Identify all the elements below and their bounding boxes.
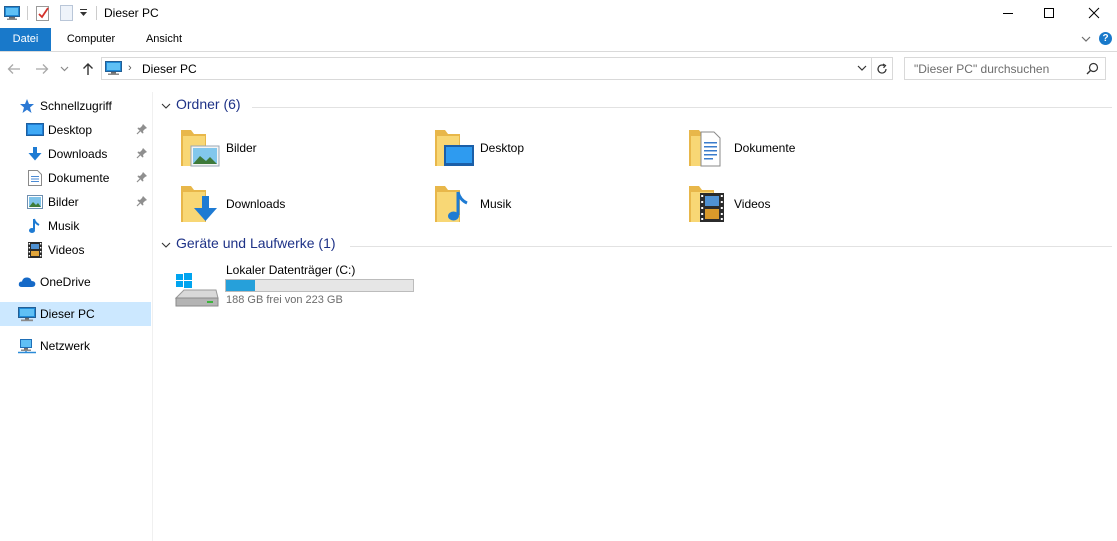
recent-locations-chevron-icon[interactable] [58,60,70,78]
minimize-button[interactable] [985,0,1031,26]
computer-icon [18,305,36,323]
folder-downloads[interactable]: Downloads [180,182,420,226]
sidebar-item-label: Schnellzugriff [40,99,112,113]
sidebar-item-label: Downloads [48,147,108,161]
sidebar-item-label: Musik [48,219,80,233]
music-folder-icon [434,182,474,226]
picture-icon [26,193,44,211]
pin-icon[interactable] [136,171,148,183]
group-divider [350,246,1112,247]
address-bar[interactable]: › Dieser PC [101,57,872,80]
sidebar-item-label: Desktop [48,123,93,137]
customize-toolbar-chevron-icon[interactable] [79,4,91,22]
sidebar-item-schnellzugriff[interactable]: Schnellzugriff [0,94,151,118]
separator [27,6,28,20]
desktop-icon [26,121,44,139]
sidebar-item-musik[interactable]: Musik [0,214,151,238]
sidebar-item-desktop[interactable]: Desktop [0,118,151,142]
sidebar-item-dieser-pc[interactable]: Dieser PC [0,302,151,326]
folder-label: Bilder [226,141,257,155]
sidebar-item-bilder[interactable]: Bilder [0,190,151,214]
document-icon [26,169,44,187]
pin-icon[interactable] [136,123,148,135]
folder-label: Dokumente [734,141,796,155]
separator [96,6,97,20]
search-box[interactable] [904,57,1106,80]
cloud-icon [18,273,36,291]
breadcrumb-chevron-icon[interactable]: › [128,62,132,74]
group-header-drives[interactable]: Geräte und Laufwerke (1) [160,235,1112,255]
group-title: Geräte und Laufwerke (1) [176,235,336,251]
hard-drive-icon [174,270,220,310]
folder-label: Videos [734,197,771,211]
up-button[interactable] [79,60,97,78]
music-note-icon [26,217,44,235]
maximize-button[interactable] [1026,0,1072,26]
collapse-chevron-icon[interactable] [160,100,172,112]
folder-videos[interactable]: Videos [688,182,928,226]
drive-usage-bar [225,279,414,292]
drive-free-space: 188 GB frei von 223 GB [226,294,343,306]
pin-icon[interactable] [136,195,148,207]
ribbon: Datei Computer Ansicht ? [0,28,1117,52]
group-divider [252,107,1112,108]
drive-name: Lokaler Datenträger (C:) [226,263,356,277]
sidebar-item-netzwerk[interactable]: Netzwerk [0,334,151,358]
search-icon[interactable] [1086,62,1099,75]
help-button[interactable]: ? [1099,32,1112,45]
sidebar-item-onedrive[interactable]: OneDrive [0,270,151,294]
sidebar-item-label: Dieser PC [40,307,95,321]
pin-icon[interactable] [136,147,148,159]
sidebar-item-videos[interactable]: Videos [0,238,151,262]
sidebar-item-label: Bilder [48,195,79,209]
search-input[interactable] [905,58,1085,79]
expand-ribbon-chevron-icon[interactable] [1079,32,1093,46]
sidebar-item-label: Dokumente [48,171,110,185]
pictures-folder-icon [180,126,220,170]
folder-desktop[interactable]: Desktop [434,126,674,170]
desktop-folder-icon [434,126,474,170]
documents-folder-icon [688,126,728,170]
computer-icon[interactable] [4,4,22,22]
tab-datei[interactable]: Datei [0,28,51,51]
videos-folder-icon [688,182,728,226]
folder-dokumente[interactable]: Dokumente [688,126,928,170]
group-title: Ordner (6) [176,96,241,112]
film-icon [26,241,44,259]
title-bar: Dieser PC [0,0,1117,26]
sidebar-item-downloads[interactable]: Downloads [0,142,151,166]
drive-usage-fill [226,280,256,291]
navigation-pane: Schnellzugriff Desktop Downloads Dokumen… [0,92,153,541]
sidebar-item-label: OneDrive [40,275,91,289]
folder-bilder[interactable]: Bilder [180,126,420,170]
address-history-chevron-icon[interactable] [855,61,869,75]
sidebar-item-label: Netzwerk [40,339,91,353]
collapse-chevron-icon[interactable] [160,239,172,251]
window-title: Dieser PC [104,6,159,20]
folder-label: Downloads [226,197,286,211]
sidebar-item-dokumente[interactable]: Dokumente [0,166,151,190]
drive-local-c[interactable]: Lokaler Datenträger (C:) 188 GB frei von… [174,262,424,312]
breadcrumb-location[interactable]: Dieser PC [142,62,197,76]
refresh-button[interactable] [872,57,893,80]
folder-label: Desktop [480,141,525,155]
properties-icon[interactable] [36,4,52,22]
forward-button[interactable] [33,60,51,78]
computer-icon [105,61,122,79]
network-icon [18,337,36,355]
back-button[interactable] [5,60,23,78]
sidebar-item-label: Videos [48,243,85,257]
group-header-folders[interactable]: Ordner (6) [160,96,1112,116]
new-folder-icon[interactable] [60,4,74,22]
folder-label: Musik [480,197,512,211]
downloads-folder-icon [180,182,220,226]
close-button[interactable] [1071,0,1117,26]
star-icon [18,97,36,115]
tab-ansicht[interactable]: Ansicht [131,28,197,51]
folder-musik[interactable]: Musik [434,182,674,226]
tab-computer[interactable]: Computer [51,28,131,51]
download-arrow-icon [26,145,44,163]
